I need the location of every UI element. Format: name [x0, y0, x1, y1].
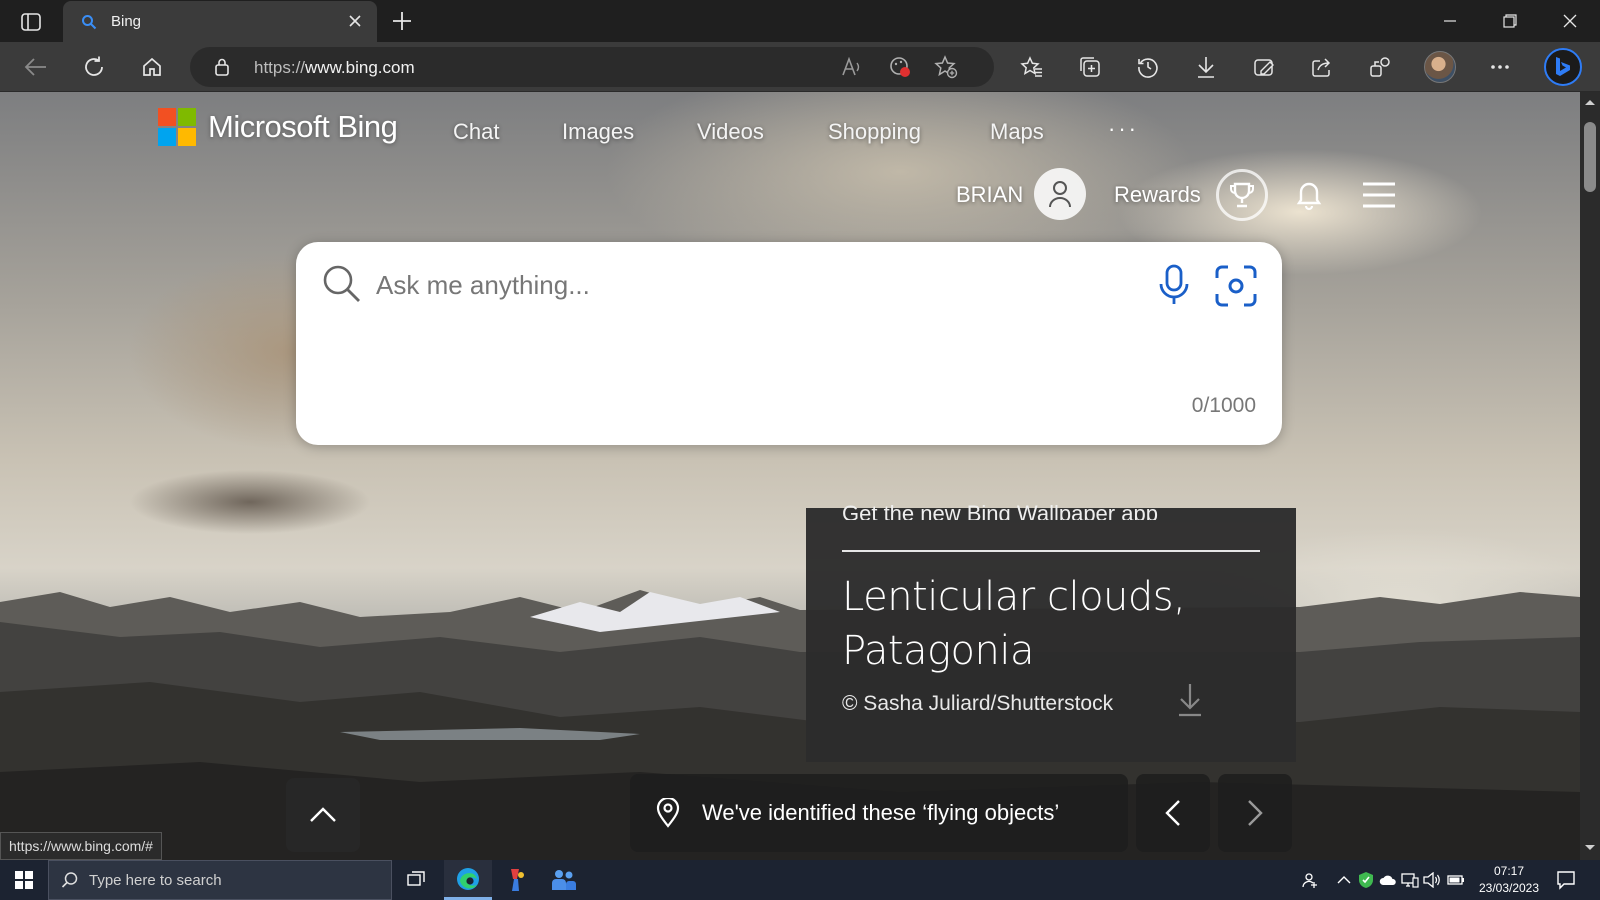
user-name[interactable]: BRIAN: [956, 182, 1023, 208]
wallpaper-app-promo[interactable]: Get the new Bing Wallpaper app: [842, 496, 1158, 520]
status-bar-url: https://www.bing.com/#: [0, 832, 162, 860]
collections-icon[interactable]: [1074, 51, 1106, 83]
search-box[interactable]: Ask me anything... 0/1000: [296, 242, 1282, 445]
search-icon: [323, 265, 360, 302]
card-divider: [842, 550, 1260, 552]
extensions-icon[interactable]: [1364, 51, 1396, 83]
more-icon[interactable]: [1484, 51, 1516, 83]
url-prefix: https://: [254, 58, 306, 77]
history-icon[interactable]: [1132, 51, 1164, 83]
volume-icon[interactable]: [1422, 870, 1442, 890]
scroll-up-button[interactable]: [286, 778, 360, 852]
share-icon[interactable]: [1306, 51, 1338, 83]
lock-icon[interactable]: [212, 57, 232, 77]
notifications-icon[interactable]: [1556, 870, 1576, 890]
favorites-icon[interactable]: [1016, 51, 1048, 83]
back-icon[interactable]: [20, 51, 52, 83]
bing-logo[interactable]: Microsoft Bing: [158, 108, 398, 146]
headline-text: We've identified these ‘flying objects’: [702, 800, 1060, 825]
onedrive-icon[interactable]: [1378, 870, 1398, 890]
chevron-right-icon: [1248, 800, 1263, 826]
nav-more[interactable]: ···: [1108, 116, 1139, 142]
rewards-label[interactable]: Rewards: [1114, 182, 1201, 208]
restore-icon[interactable]: [1480, 0, 1540, 42]
scroll-up-arrow-icon[interactable]: [1584, 98, 1596, 106]
home-icon[interactable]: [136, 51, 168, 83]
battery-icon[interactable]: [1446, 870, 1466, 890]
clock-time: 07:17: [1493, 864, 1525, 878]
task-view-icon[interactable]: [392, 860, 440, 900]
windows-icon[interactable]: [0, 860, 48, 900]
previous-button[interactable]: [1136, 774, 1210, 852]
microphone-icon[interactable]: [1156, 264, 1192, 306]
minimize-icon[interactable]: [1420, 0, 1480, 42]
browser-toolbar: https://www.bing.com: [0, 42, 1600, 92]
trophy-icon[interactable]: [1216, 169, 1268, 221]
windows-taskbar: Type here to search 07:17 23/03/2023: [0, 860, 1600, 900]
url-host: www.bing.com: [305, 58, 415, 77]
scroll-down-arrow-icon[interactable]: [1584, 844, 1596, 852]
paint-app-icon[interactable]: [492, 860, 540, 900]
profile-avatar[interactable]: [1424, 51, 1456, 83]
chevron-up-icon: [310, 807, 336, 822]
brand-name: Microsoft Bing: [208, 109, 398, 144]
tab-title: Bing: [111, 13, 142, 30]
nav-maps[interactable]: Maps: [990, 119, 1044, 145]
user-icon[interactable]: [1034, 168, 1086, 220]
image-title[interactable]: Lenticular clouds, Patagonia: [842, 570, 1262, 678]
refresh-icon[interactable]: [78, 51, 110, 83]
tab-actions-icon[interactable]: [14, 9, 48, 35]
menu-icon[interactable]: [1362, 180, 1396, 210]
taskbar-search-input[interactable]: Type here to search: [89, 872, 222, 889]
download-image-icon[interactable]: [1176, 682, 1204, 718]
teams-icon[interactable]: [540, 860, 588, 900]
close-icon[interactable]: [1540, 0, 1600, 42]
clock-date: 23/03/2023: [1478, 881, 1540, 895]
search-favicon: [82, 14, 97, 29]
address-bar[interactable]: https://www.bing.com: [190, 47, 994, 87]
plus-icon[interactable]: [390, 9, 414, 33]
close-icon[interactable]: [347, 13, 363, 29]
nav-images[interactable]: Images: [562, 119, 634, 145]
location-pin-icon: [656, 798, 680, 828]
background-landscape: [0, 590, 1580, 860]
search-input[interactable]: Ask me anything...: [376, 270, 590, 301]
microsoft-logo-icon: [158, 108, 196, 146]
scrollbar-thumb[interactable]: [1584, 122, 1596, 192]
system-clock[interactable]: 07:17 23/03/2023: [1474, 863, 1544, 897]
nav-chat[interactable]: Chat: [453, 119, 499, 145]
people-icon[interactable]: [1300, 870, 1320, 890]
news-headline[interactable]: We've identified these ‘flying objects’: [630, 774, 1128, 852]
page-scrollbar[interactable]: [1580, 92, 1600, 860]
browser-tab[interactable]: Bing: [63, 1, 377, 42]
image-info-card: Get the new Bing Wallpaper app Lenticula…: [806, 501, 1296, 762]
nav-shopping[interactable]: Shopping: [828, 119, 921, 145]
network-icon[interactable]: [1400, 870, 1420, 890]
browser-titlebar: Bing: [0, 0, 1600, 42]
taskbar-search[interactable]: Type here to search: [48, 860, 392, 900]
screenshot-icon[interactable]: [1248, 51, 1280, 83]
chevron-left-icon: [1165, 800, 1180, 826]
image-credit: © Sasha Juliard/Shutterstock: [842, 692, 1114, 715]
url-text[interactable]: https://www.bing.com: [254, 58, 415, 78]
edge-icon[interactable]: [444, 860, 492, 900]
bing-homepage: Microsoft Bing Chat Images Videos Shoppi…: [0, 92, 1580, 860]
char-counter: 0/1000: [1191, 394, 1256, 417]
search-icon: [61, 872, 78, 888]
next-button[interactable]: [1218, 774, 1292, 852]
chevron-up-icon[interactable]: [1334, 870, 1354, 890]
bing-chat-icon[interactable]: [1544, 48, 1582, 86]
nav-videos[interactable]: Videos: [697, 119, 764, 145]
visual-search-icon[interactable]: [1214, 264, 1258, 308]
read-aloud-icon[interactable]: [838, 53, 866, 81]
tracking-icon[interactable]: [886, 53, 914, 81]
add-favorite-icon[interactable]: [932, 53, 960, 81]
security-shield-icon[interactable]: [1356, 870, 1376, 890]
bell-icon[interactable]: [1292, 178, 1326, 212]
download-icon[interactable]: [1190, 51, 1222, 83]
